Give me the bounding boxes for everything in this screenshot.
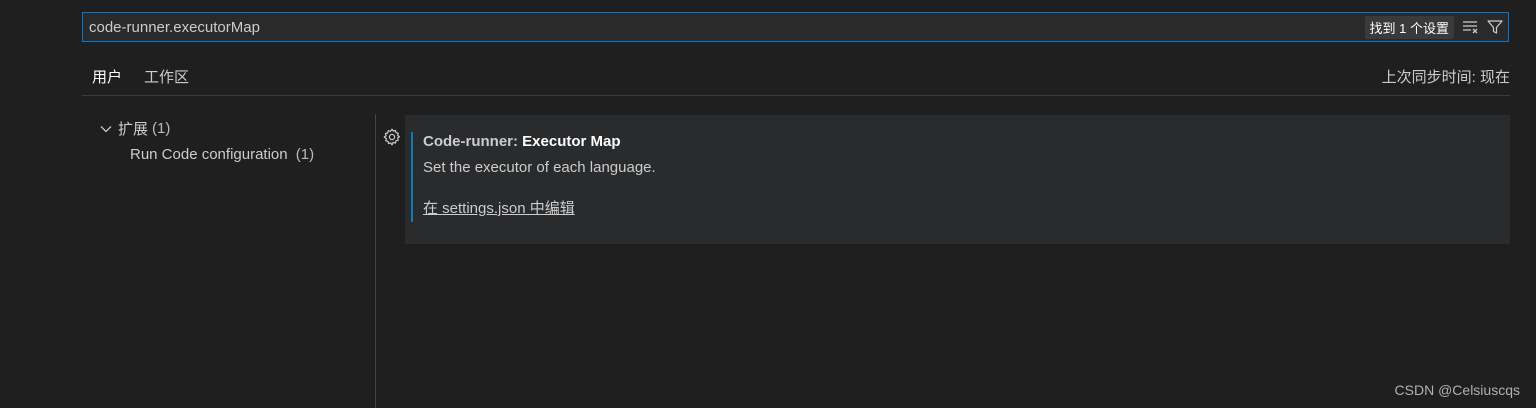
toc-group-label: 扩展 — [118, 121, 149, 138]
settings-search-input[interactable] — [83, 13, 1365, 41]
watermark: CSDN @Celsiuscqs — [1394, 382, 1520, 398]
focus-indicator — [411, 132, 413, 222]
setting-category: Code-runner: — [423, 133, 523, 150]
filter-icon[interactable] — [1484, 16, 1506, 38]
gear-icon[interactable] — [382, 127, 402, 147]
settings-toc: 扩展 (1) Run Code configuration (1) — [82, 114, 374, 408]
setting-title: Code-runner: Executor Map — [423, 133, 621, 150]
setting-description: Set the executor of each language. — [423, 159, 656, 176]
settings-editor: 找到 1 个设置 用户 工作区 上次同步时间: 现在 扩展 (1) — [0, 0, 1536, 408]
toc-group-count: (1) — [152, 120, 171, 137]
settings-search-bar: 找到 1 个设置 — [82, 12, 1509, 42]
sync-status: 上次同步时间: 现在 — [1381, 69, 1510, 86]
edit-in-settings-json-link[interactable]: 在 settings.json 中编辑 — [423, 197, 575, 218]
setting-name: Executor Map — [522, 133, 621, 150]
toc-item-label: Run Code configuration — [130, 146, 288, 163]
settings-scope-tabs: 用户 工作区 上次同步时间: 现在 — [82, 60, 1510, 96]
tab-workspace[interactable]: 工作区 — [144, 66, 189, 87]
toc-item-count: (1) — [295, 146, 315, 163]
setting-item-executor-map[interactable]: Code-runner: Executor Map Set the execut… — [405, 115, 1510, 244]
toc-group-extensions[interactable]: 扩展 (1) — [98, 118, 170, 139]
chevron-down-icon — [98, 121, 114, 137]
clear-filter-icon[interactable] — [1460, 16, 1482, 38]
toc-item-run-code-configuration[interactable]: Run Code configuration (1) — [130, 146, 314, 163]
tab-user[interactable]: 用户 — [92, 66, 122, 87]
toc-divider[interactable] — [375, 114, 376, 408]
search-result-count: 找到 1 个设置 — [1364, 15, 1454, 39]
